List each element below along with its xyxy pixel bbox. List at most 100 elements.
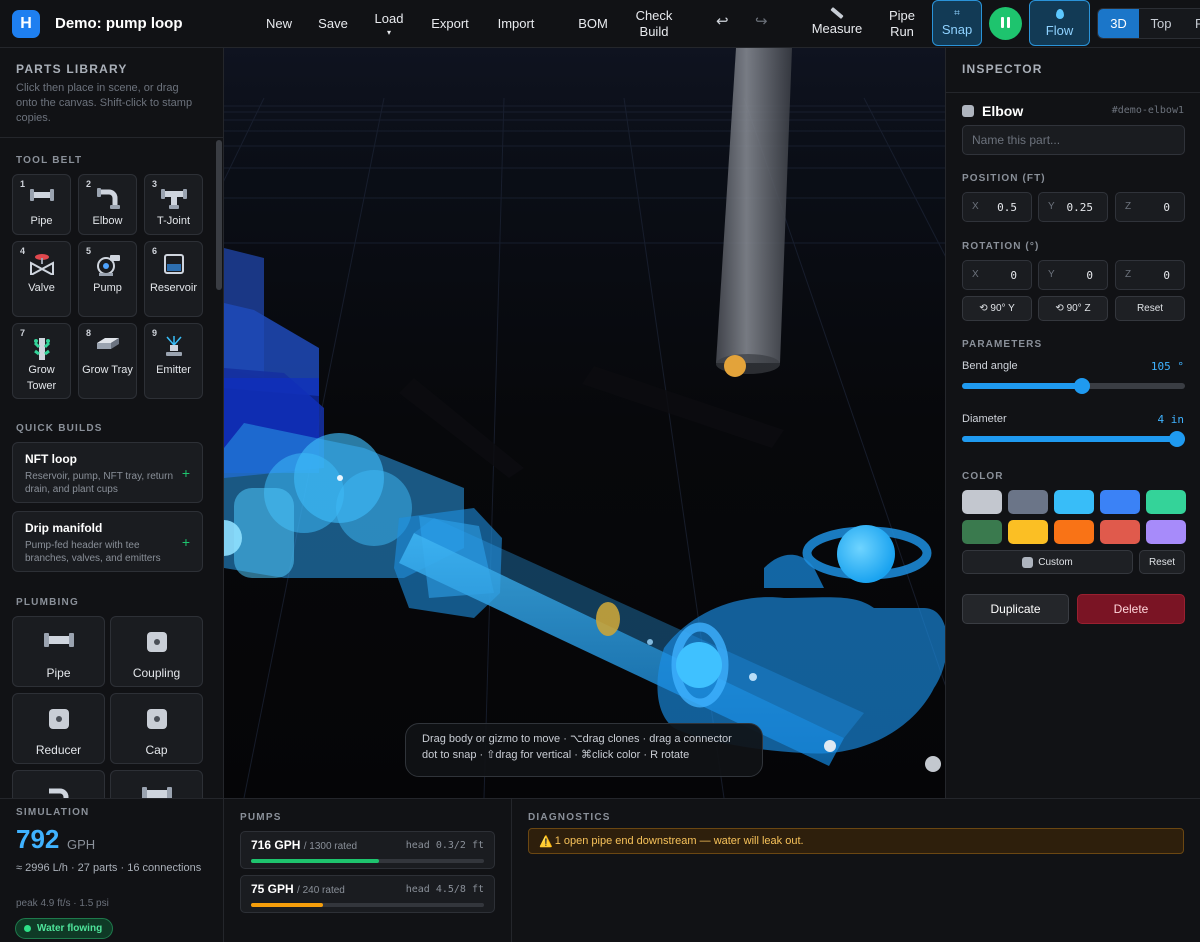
parameters-label: PARAMETERS: [962, 339, 1043, 350]
tool-valve[interactable]: 4 Valve: [12, 241, 71, 317]
position-x-field[interactable]: X 0.5: [962, 192, 1032, 222]
tool-reservoir[interactable]: 6 Reservoir: [144, 241, 203, 317]
color-swatch[interactable]: [1054, 490, 1094, 514]
new-button[interactable]: New: [264, 0, 294, 48]
grid-icon: ⌗: [954, 8, 960, 19]
quick-build-nft-loop[interactable]: NFT loop Reservoir, pump, NFT tray, retu…: [12, 442, 203, 503]
check-build-button[interactable]: Check Build: [632, 0, 676, 48]
rotate-90-y-button[interactable]: ⟲ 90° Y: [962, 296, 1032, 321]
pipe-icon: [29, 189, 54, 201]
color-swatch[interactable]: [1008, 520, 1048, 544]
flow-rate-unit: GPH: [67, 837, 96, 852]
divider: [0, 137, 223, 138]
slider-handle[interactable]: [1074, 378, 1091, 394]
tool-pipe[interactable]: 1 Pipe: [12, 174, 71, 235]
pipe-run-button[interactable]: Pipe Run: [885, 0, 919, 48]
slider-fill: [962, 383, 1083, 389]
hotkey-label: 8: [86, 328, 92, 338]
reducer-icon: [48, 709, 69, 729]
grow-tower-icon: [33, 338, 50, 360]
hotkey-label: 9: [152, 328, 158, 338]
3d-viewport[interactable]: Drag body or gizmo to move · ⌥drag clone…: [224, 48, 945, 798]
hotkey-label: 5: [86, 246, 92, 256]
pump-card[interactable]: 716 GPH / 1300 rated head 0.3/2 ft: [240, 831, 495, 869]
plumbing-pipe[interactable]: Pipe: [12, 616, 105, 687]
pump-card[interactable]: 75 GPH / 240 rated head 4.5/8 ft: [240, 875, 495, 913]
position-y-field[interactable]: Y 0.25: [1038, 192, 1108, 222]
export-button[interactable]: Export: [428, 0, 472, 48]
color-swatch[interactable]: [1008, 490, 1048, 514]
redo-icon[interactable]: ↪: [755, 12, 768, 30]
rotation-z-field[interactable]: Z0: [1115, 260, 1185, 290]
pump-load-fill: [251, 903, 324, 907]
pumps-title: PUMPS: [240, 812, 282, 823]
simulation-panel: SIMULATION 792 GPH ≈ 2996 L/h · 27 parts…: [0, 799, 224, 942]
view-top-button[interactable]: Top: [1139, 9, 1183, 38]
tool-grow-tower[interactable]: 7 Grow Tower: [12, 323, 71, 399]
view-3d-button[interactable]: 3D: [1098, 9, 1139, 38]
reset-rotation-button[interactable]: Reset: [1115, 296, 1185, 321]
pump-icon: [96, 255, 120, 276]
pause-simulation-button[interactable]: [989, 7, 1022, 40]
tool-pump[interactable]: 5 Pump: [78, 241, 137, 317]
plumbing-tee[interactable]: [110, 770, 203, 798]
bend-angle-value: 105 °: [1150, 360, 1184, 373]
import-button[interactable]: Import: [494, 0, 538, 48]
panel-title: INSPECTOR: [962, 62, 1043, 76]
ruler-icon: [830, 6, 844, 20]
rotation-x-field[interactable]: X0: [962, 260, 1032, 290]
snap-toggle[interactable]: ⌗ Snap: [932, 0, 982, 46]
undo-icon[interactable]: ↩: [716, 12, 729, 30]
view-front-button[interactable]: F: [1183, 9, 1200, 38]
part-color-indicator: [962, 105, 974, 117]
color-swatch[interactable]: [1146, 490, 1186, 514]
load-button[interactable]: Load ▾: [372, 0, 406, 48]
plumbing-coupling[interactable]: Coupling: [110, 616, 203, 687]
color-swatch[interactable]: [1100, 520, 1140, 544]
position-z-field[interactable]: Z0: [1115, 192, 1185, 222]
simulation-peak: peak 4.9 ft/s · 1.5 psi: [16, 898, 109, 909]
measure-button[interactable]: Measure: [809, 0, 865, 48]
plumbing-cap[interactable]: Cap: [110, 693, 203, 764]
view-mode-switcher: 3D Top F: [1097, 8, 1200, 39]
plumbing-reducer[interactable]: Reducer: [12, 693, 105, 764]
flow-toggle[interactable]: Flow: [1029, 0, 1090, 46]
duplicate-button[interactable]: Duplicate: [962, 594, 1069, 624]
position-label: POSITION (FT): [962, 173, 1046, 184]
tee-icon: [160, 189, 187, 209]
part-name-input[interactable]: [962, 125, 1185, 155]
custom-color-button[interactable]: Custom: [962, 550, 1133, 574]
color-swatch[interactable]: [962, 520, 1002, 544]
quick-build-drip-manifold[interactable]: Drip manifold Pump-fed header with tee b…: [12, 511, 203, 572]
diameter-value: 4 in: [1157, 413, 1185, 426]
pumps-panel: PUMPS 716 GPH / 1300 rated head 0.3/2 ft…: [224, 799, 512, 942]
bom-button[interactable]: BOM: [577, 0, 609, 48]
save-button[interactable]: Save: [317, 0, 349, 48]
color-swatch[interactable]: [1054, 520, 1094, 544]
bend-angle-label: Bend angle: [962, 360, 1018, 372]
scrollbar[interactable]: [216, 140, 222, 290]
bend-angle-slider[interactable]: [962, 378, 1185, 394]
plumbing-elbow[interactable]: [12, 770, 105, 798]
quick-builds-label: QUICK BUILDS: [16, 423, 103, 434]
color-swatch[interactable]: [962, 490, 1002, 514]
add-icon: +: [181, 534, 190, 550]
diameter-slider[interactable]: [962, 431, 1185, 447]
hotkey-label: 4: [20, 246, 26, 256]
tool-emitter[interactable]: 9 Emitter: [144, 323, 203, 399]
rotation-label: ROTATION (°): [962, 241, 1040, 252]
slider-handle[interactable]: [1169, 431, 1185, 447]
color-label: COLOR: [962, 471, 1004, 482]
status-panels: SIMULATION 792 GPH ≈ 2996 L/h · 27 parts…: [0, 798, 1200, 942]
diagnostic-warning[interactable]: ⚠️ 1 open pipe end downstream — water wil…: [528, 828, 1184, 854]
color-swatch[interactable]: [1100, 490, 1140, 514]
reset-color-button[interactable]: Reset: [1139, 550, 1185, 574]
color-swatch[interactable]: [1146, 520, 1186, 544]
delete-button[interactable]: Delete: [1077, 594, 1185, 624]
tool-t-joint[interactable]: 3 T-Joint: [144, 174, 203, 235]
scene-canvas[interactable]: [224, 48, 945, 798]
rotate-90-z-button[interactable]: ⟲ 90° Z: [1038, 296, 1108, 321]
tool-elbow[interactable]: 2 Elbow: [78, 174, 137, 235]
tool-grow-tray[interactable]: 8 Grow Tray: [78, 323, 137, 399]
rotation-y-field[interactable]: Y0: [1038, 260, 1108, 290]
